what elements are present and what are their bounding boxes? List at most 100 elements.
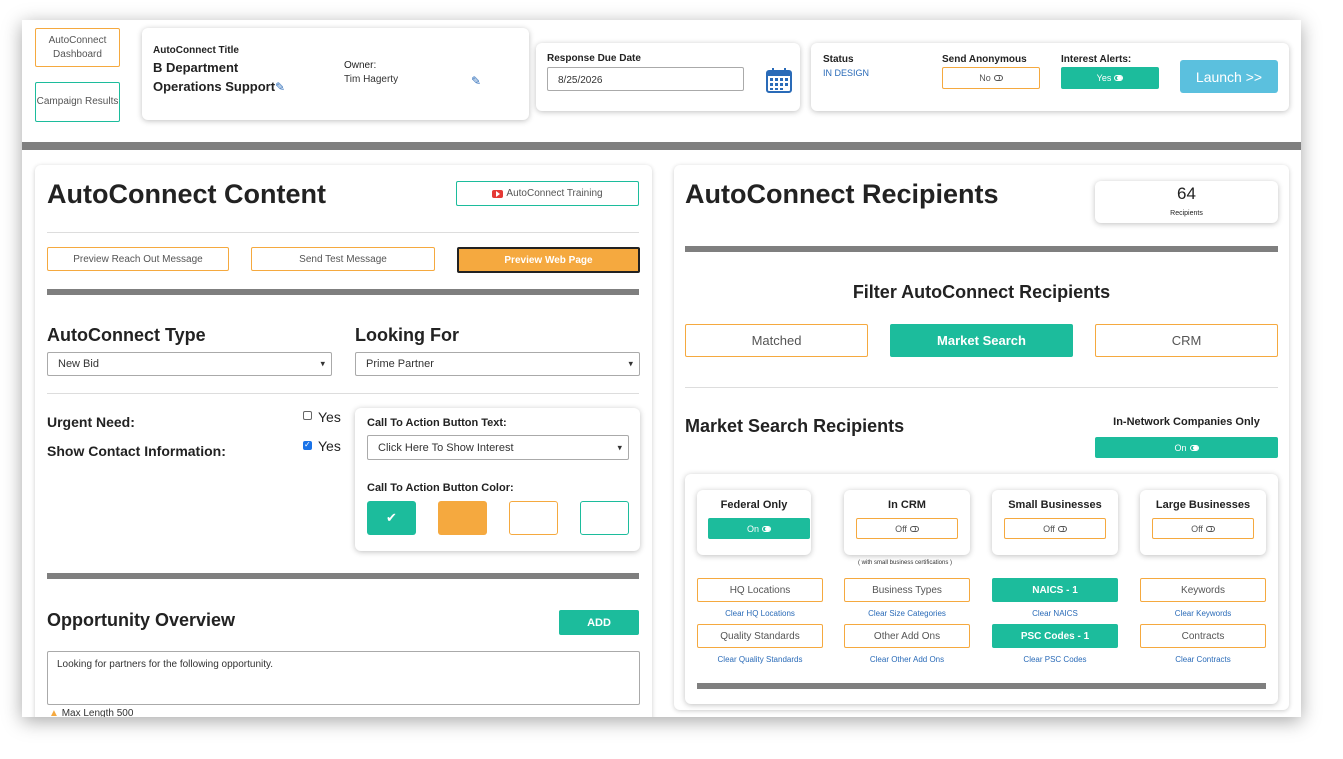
recipients-count-card: 64 Recipients xyxy=(1095,181,1278,223)
status-label: Status xyxy=(823,54,854,65)
psc-codes-button[interactable]: PSC Codes - 1 xyxy=(992,624,1118,648)
type-select[interactable]: New Bid ▾ xyxy=(47,352,332,376)
federal-only-card: Federal Only On xyxy=(697,490,811,555)
market-filters-card: Federal Only On In CRM Off ( with small … xyxy=(685,474,1278,704)
clear-psc-codes-link[interactable]: Clear PSC Codes xyxy=(992,655,1118,664)
large-businesses-card: Large Businesses Off xyxy=(1140,490,1266,555)
looking-for-heading: Looking For xyxy=(355,325,459,345)
cta-text-select-value: Click Here To Show Interest xyxy=(378,441,514,454)
tab-matched[interactable]: Matched xyxy=(685,324,868,357)
campaign-results-nav-button[interactable]: Campaign Results xyxy=(35,82,120,122)
launch-button[interactable]: Launch >> xyxy=(1180,60,1278,93)
recipients-title: AutoConnect Recipients xyxy=(685,179,999,209)
clear-quality-standards-link[interactable]: Clear Quality Standards xyxy=(697,655,823,664)
chevron-down-icon: ▾ xyxy=(617,442,622,452)
edit-owner-pencil-icon[interactable]: ✎ xyxy=(471,74,481,88)
interest-alerts-label: Interest Alerts: xyxy=(1061,54,1132,65)
in-crm-toggle[interactable]: Off xyxy=(856,518,958,539)
large-businesses-label: Large Businesses xyxy=(1155,499,1251,511)
content-divider-1 xyxy=(47,289,639,295)
looking-for-select[interactable]: Prime Partner ▾ xyxy=(355,352,640,376)
show-contact-checkbox[interactable] xyxy=(303,440,312,450)
business-types-button[interactable]: Business Types xyxy=(844,578,970,602)
recipients-separator xyxy=(685,387,1278,388)
small-business-note: ( with small business certifications ) xyxy=(857,560,953,566)
content-title: AutoConnect Content xyxy=(47,179,326,209)
hq-locations-button[interactable]: HQ Locations xyxy=(697,578,823,602)
federal-only-toggle[interactable]: On xyxy=(708,518,810,539)
in-crm-card: In CRM Off xyxy=(844,490,970,555)
clear-naics-link[interactable]: Clear NAICS xyxy=(992,609,1118,618)
owner-value: Tim Hagerty xyxy=(344,74,399,85)
youtube-icon xyxy=(492,189,504,198)
large-businesses-value: Off xyxy=(1191,523,1203,534)
send-test-button[interactable]: Send Test Message xyxy=(251,247,435,271)
clear-other-add-ons-link[interactable]: Clear Other Add Ons xyxy=(844,655,970,664)
toggle-on-icon xyxy=(762,525,771,532)
in-network-value: On xyxy=(1174,442,1187,453)
urgent-yes-label: Yes xyxy=(318,409,341,425)
recipients-panel: AutoConnect Recipients 64 Recipients Fil… xyxy=(674,165,1289,710)
filter-heading: Filter AutoConnect Recipients xyxy=(852,282,1111,302)
cta-card: Call To Action Button Text: Click Here T… xyxy=(355,408,640,551)
tab-crm[interactable]: CRM xyxy=(1095,324,1278,357)
other-add-ons-button[interactable]: Other Add Ons xyxy=(844,624,970,648)
title-value-line2: Operations Support xyxy=(153,79,276,94)
color-swatch-orange[interactable] xyxy=(438,501,487,535)
keywords-button[interactable]: Keywords xyxy=(1140,578,1266,602)
due-date-card: Response Due Date 8/25/2026 xyxy=(536,43,800,111)
content-panel: AutoConnect Content AutoConnect Training… xyxy=(35,165,652,717)
in-crm-label: In CRM xyxy=(888,499,926,511)
interest-alerts-toggle[interactable]: Yes xyxy=(1061,67,1159,89)
overview-heading: Opportunity Overview xyxy=(47,610,236,630)
due-date-input[interactable]: 8/25/2026 xyxy=(547,67,744,91)
dashboard-nav-button[interactable]: AutoConnect Dashboard xyxy=(35,28,120,67)
urgent-need-label: Urgent Need: xyxy=(47,414,135,430)
content-title-separator xyxy=(47,232,639,233)
tab-market-search[interactable]: Market Search xyxy=(890,324,1073,357)
small-businesses-card: Small Businesses Off xyxy=(992,490,1118,555)
recipients-divider-2 xyxy=(697,683,1266,689)
cta-text-select[interactable]: Click Here To Show Interest ▾ xyxy=(367,435,629,460)
max-length-text: Max Length 500 xyxy=(61,708,134,717)
preview-web-page-button[interactable]: Preview Web Page xyxy=(457,247,640,273)
overview-textarea[interactable]: Looking for partners for the following o… xyxy=(47,651,640,705)
training-button[interactable]: AutoConnect Training xyxy=(456,181,639,206)
training-label: AutoConnect Training xyxy=(506,188,603,199)
send-anonymous-value: No xyxy=(979,73,991,83)
clear-hq-locations-link[interactable]: Clear HQ Locations xyxy=(697,609,823,618)
in-network-toggle[interactable]: On xyxy=(1095,437,1278,458)
contracts-button[interactable]: Contracts xyxy=(1140,624,1266,648)
naics-button[interactable]: NAICS - 1 xyxy=(992,578,1118,602)
color-swatch-white-teal[interactable] xyxy=(580,501,629,535)
status-value: IN DESIGN xyxy=(823,68,870,78)
recipients-count: 64 xyxy=(1177,184,1196,203)
cta-color-label: Call To Action Button Color: xyxy=(367,482,514,494)
cta-text-label: Call To Action Button Text: xyxy=(367,417,507,429)
calendar-icon[interactable] xyxy=(766,67,792,93)
toggle-on-icon xyxy=(1114,75,1124,81)
chevron-down-icon: ▾ xyxy=(320,358,325,369)
small-businesses-value: Off xyxy=(1043,523,1055,534)
contact-yes-label: Yes xyxy=(318,438,341,454)
title-owner-card: AutoConnect Title B Department Operation… xyxy=(142,28,529,120)
quality-standards-button[interactable]: Quality Standards xyxy=(697,624,823,648)
color-swatch-teal[interactable]: ✔ xyxy=(367,501,416,535)
clear-size-categories-link[interactable]: Clear Size Categories xyxy=(844,609,970,618)
toggle-on-icon xyxy=(1189,444,1199,451)
small-businesses-label: Small Businesses xyxy=(1008,499,1102,511)
chevron-down-icon: ▾ xyxy=(628,358,633,369)
content-separator-2 xyxy=(47,393,639,394)
clear-keywords-link[interactable]: Clear Keywords xyxy=(1140,609,1266,618)
clear-contracts-link[interactable]: Clear Contracts xyxy=(1140,655,1266,664)
add-overview-button[interactable]: ADD xyxy=(559,610,639,635)
small-businesses-toggle[interactable]: Off xyxy=(1004,518,1106,539)
urgent-need-checkbox[interactable] xyxy=(303,411,312,420)
large-businesses-toggle[interactable]: Off xyxy=(1152,518,1254,539)
max-length-note: ▲ Max Length 500 xyxy=(49,708,133,717)
color-swatch-white-orange[interactable] xyxy=(509,501,558,535)
send-anonymous-toggle[interactable]: No xyxy=(942,67,1040,89)
edit-title-pencil-icon[interactable]: ✎ xyxy=(275,80,285,94)
type-heading: AutoConnect Type xyxy=(47,325,206,345)
preview-reach-out-button[interactable]: Preview Reach Out Message xyxy=(47,247,229,271)
